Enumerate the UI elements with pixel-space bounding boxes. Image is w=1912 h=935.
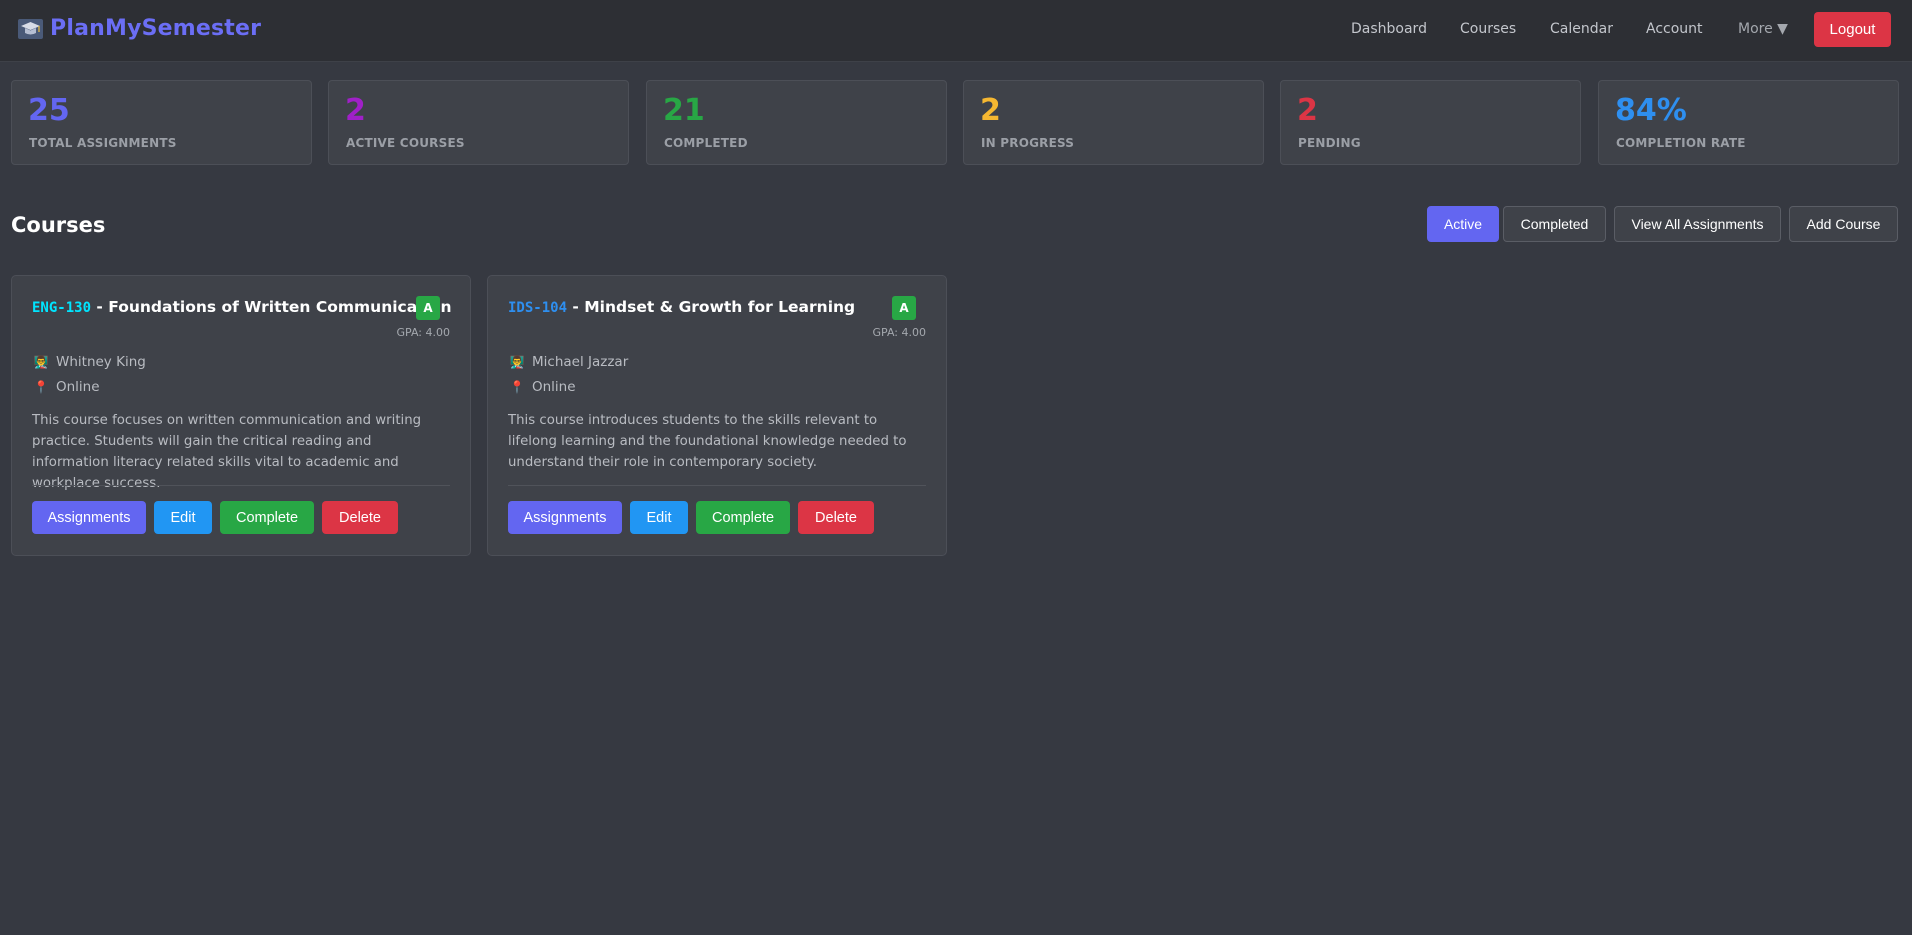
stat-value: 2 [345, 93, 366, 128]
edit-button[interactable]: Edit [154, 501, 212, 534]
course-code: ENG-130 [32, 300, 92, 316]
instructor-row: 👨‍🏫 Michael Jazzar [509, 354, 629, 370]
location-row: 📍 Online [509, 379, 576, 395]
top-nav-bar: PlanMySemester Dashboard Courses Calenda… [0, 0, 1912, 62]
instructor-name: Whitney King [56, 354, 146, 370]
complete-button[interactable]: Complete [696, 501, 790, 534]
stat-value: 84% [1615, 93, 1687, 128]
instructor-row: 👨‍🏫 Whitney King [33, 354, 146, 370]
pin-icon: 📍 [509, 380, 525, 394]
nav-dashboard[interactable]: Dashboard [1351, 21, 1427, 37]
stat-label: Active Courses [346, 136, 465, 150]
courses-heading: Courses [11, 213, 106, 237]
course-title: IDS-104 - Mindset & Growth for Learning [508, 298, 855, 316]
course-title: ENG-130 - Foundations of Written Communi… [32, 298, 452, 316]
view-all-assignments-button[interactable]: View All Assignments [1614, 206, 1781, 242]
course-card: ENG-130 - Foundations of Written Communi… [11, 275, 471, 556]
assignments-button[interactable]: Assignments [508, 501, 622, 534]
stat-value: 21 [663, 93, 705, 128]
stat-label: Completed [664, 136, 748, 150]
delete-button[interactable]: Delete [322, 501, 398, 534]
course-code: IDS-104 [508, 300, 568, 316]
stat-card-active-courses: 2 Active Courses [328, 80, 629, 165]
nav-calendar[interactable]: Calendar [1550, 21, 1613, 37]
location-text: Online [532, 379, 576, 395]
location-text: Online [56, 379, 100, 395]
gpa-label: GPA: 4.00 [872, 326, 926, 339]
stat-label: Completion Rate [1616, 136, 1746, 150]
filter-active-button[interactable]: Active [1427, 206, 1499, 242]
stat-card-pending: 2 Pending [1280, 80, 1581, 165]
logout-button[interactable]: Logout [1814, 12, 1891, 47]
stat-value: 2 [980, 93, 1001, 128]
nav-courses[interactable]: Courses [1460, 21, 1516, 37]
stat-card-completed: 21 Completed [646, 80, 947, 165]
grade-badge: A [416, 296, 440, 320]
nav-more-dropdown[interactable]: More ▼ [1738, 21, 1788, 37]
stat-label: Total Assignments [29, 136, 177, 150]
stat-card-total-assignments: 25 Total Assignments [11, 80, 312, 165]
stat-value: 25 [28, 93, 70, 128]
course-card: IDS-104 - Mindset & Growth for Learning … [487, 275, 947, 556]
pin-icon: 📍 [33, 380, 49, 394]
course-description: This course focuses on written communica… [32, 413, 422, 491]
gpa-label: GPA: 4.00 [396, 326, 450, 339]
stat-card-in-progress: 2 In Progress [963, 80, 1264, 165]
nav-account[interactable]: Account [1646, 21, 1703, 37]
course-name: - Mindset & Growth for Learning [567, 298, 856, 316]
instructor-name: Michael Jazzar [532, 354, 629, 370]
delete-button[interactable]: Delete [798, 501, 874, 534]
add-course-button[interactable]: Add Course [1789, 206, 1898, 242]
filter-completed-button[interactable]: Completed [1503, 206, 1606, 242]
brand-name: PlanMySemester [50, 16, 262, 41]
grade-badge: A [892, 296, 916, 320]
teacher-icon: 👨‍🏫 [509, 355, 525, 369]
teacher-icon: 👨‍🏫 [33, 355, 49, 369]
course-name: - Foundations of Written Communication [91, 298, 452, 316]
graduation-cap-icon [18, 18, 43, 39]
stat-label: Pending [1298, 136, 1361, 150]
edit-button[interactable]: Edit [630, 501, 688, 534]
assignments-button[interactable]: Assignments [32, 501, 146, 534]
brand-logo[interactable]: PlanMySemester [18, 16, 261, 41]
stat-card-completion-rate: 84% Completion Rate [1598, 80, 1899, 165]
stat-label: In Progress [981, 136, 1075, 150]
complete-button[interactable]: Complete [220, 501, 314, 534]
divider [32, 485, 450, 486]
course-description: This course introduces students to the s… [508, 413, 907, 470]
stat-value: 2 [1297, 93, 1318, 128]
location-row: 📍 Online [33, 379, 100, 395]
divider [508, 485, 926, 486]
